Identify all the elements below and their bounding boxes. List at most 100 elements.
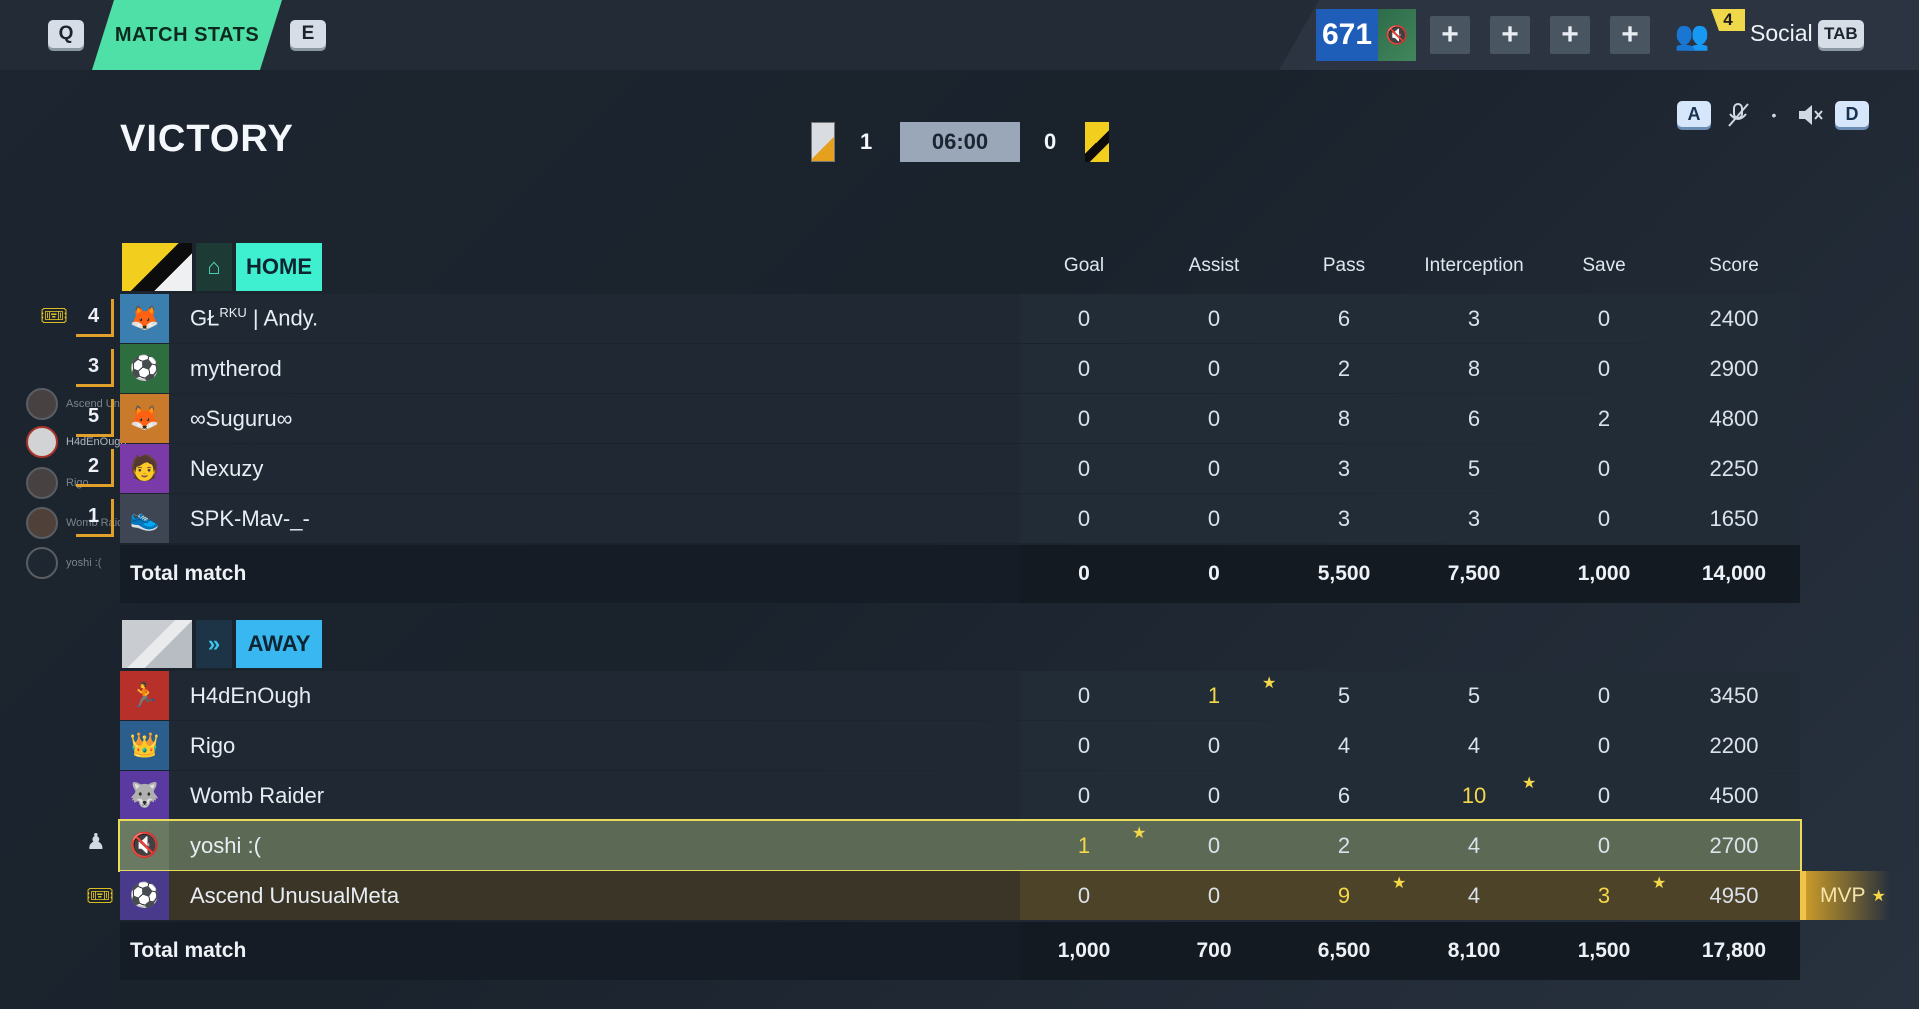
player-rank: 1 xyxy=(76,499,114,537)
ticket-icon: 🎟 xyxy=(86,883,114,908)
party-member[interactable]: yoshi :( xyxy=(26,547,101,579)
avatar xyxy=(26,426,58,458)
stat-pass: 8 xyxy=(1337,405,1351,431)
best-stat-star-icon: ★ xyxy=(1392,875,1407,892)
table-row[interactable]: ⚽ mytherod 0 0 2 8 0 2900 xyxy=(120,344,1800,393)
away-score: 0 xyxy=(1044,129,1057,154)
add-slot-button[interactable]: + xyxy=(1490,16,1530,54)
stat-goal: 0 xyxy=(1077,732,1091,758)
home-team-label: HOME xyxy=(236,243,322,291)
column-header-save: Save xyxy=(1582,255,1626,276)
stat-save: 0 xyxy=(1597,505,1611,531)
total-pass: 6,500 xyxy=(1317,939,1371,962)
stat-interception: 10 xyxy=(1461,782,1487,808)
stat-assist: 0 xyxy=(1207,355,1221,381)
avatar: 🏃 xyxy=(120,671,169,720)
player-name: ∞Suguru∞ xyxy=(190,405,293,431)
avatar: ⚽ xyxy=(120,871,169,920)
total-interception: 7,500 xyxy=(1447,562,1501,585)
column-header-pass: Pass xyxy=(1322,255,1366,276)
stat-goal: 0 xyxy=(1077,455,1091,481)
stat-goal: 0 xyxy=(1077,682,1091,708)
tab-match-stats[interactable]: MATCH STATS xyxy=(92,0,282,70)
best-stat-star-icon: ★ xyxy=(1132,825,1147,842)
best-stat-star-icon: ★ xyxy=(1522,775,1537,792)
stat-interception: 4 xyxy=(1467,832,1481,858)
table-row[interactable]: 👑 Rigo 0 0 4 4 0 2200 xyxy=(120,721,1800,770)
mic-muted-icon[interactable] xyxy=(1720,100,1756,130)
stat-pass: 3 xyxy=(1337,505,1351,531)
stat-save: 0 xyxy=(1597,832,1611,858)
stat-save: 0 xyxy=(1597,305,1611,331)
stat-interception: 4 xyxy=(1467,882,1481,908)
player-name: mytherod xyxy=(190,355,282,381)
table-row[interactable]: 🏃 H4dEnOugh 0 1 ★ 5 5 0 3450 xyxy=(120,671,1800,720)
player-rank: 2 xyxy=(76,449,114,487)
stat-score: 4500 xyxy=(1709,782,1759,808)
total-assist: 700 xyxy=(1196,939,1232,962)
separator-dot: • xyxy=(1771,107,1777,123)
add-slot-button[interactable]: + xyxy=(1430,16,1470,54)
stat-goal: 0 xyxy=(1077,305,1091,331)
stat-pass: 9 xyxy=(1337,882,1351,908)
next-tab-key[interactable]: E xyxy=(290,20,326,48)
avatar xyxy=(26,388,58,420)
table-row[interactable]: 🧑 Nexuzy 0 0 3 5 0 2250 xyxy=(120,444,1800,493)
muted-speaker-icon: 🔇 xyxy=(1378,9,1416,61)
player-name: SPK-Mav-_- xyxy=(190,505,310,531)
stat-pass: 6 xyxy=(1337,782,1351,808)
avatar: 🧑 xyxy=(120,444,169,493)
table-row[interactable]: 🦊 GŁRKU | Andy. 0 0 6 3 0 2400 xyxy=(120,294,1800,343)
stat-save: 2 xyxy=(1597,405,1611,431)
social-key[interactable]: TAB xyxy=(1818,20,1864,48)
stat-score: 3450 xyxy=(1709,682,1759,708)
away-flag-icon xyxy=(1085,122,1109,162)
away-team-header: » AWAY xyxy=(122,620,322,668)
friends-icon[interactable]: 👥 xyxy=(1672,16,1712,54)
table-row[interactable]: 🐺 Womb Raider 0 0 6 10 ★ 0 4500 xyxy=(120,771,1800,820)
prev-tab-key[interactable]: Q xyxy=(48,20,84,48)
home-banner xyxy=(122,243,192,291)
add-slot-button[interactable]: + xyxy=(1610,16,1650,54)
stat-assist: 0 xyxy=(1207,782,1221,808)
stat-pass: 4 xyxy=(1337,732,1351,758)
stat-score: 2700 xyxy=(1709,832,1759,858)
mvp-badge: MVP ★ xyxy=(1800,871,1890,920)
best-stat-star-icon: ★ xyxy=(1652,875,1667,892)
table-row-self[interactable]: 🔇 yoshi :( 1 ★ 0 2 4 0 2700 xyxy=(118,819,1802,872)
add-slot-button[interactable]: + xyxy=(1550,16,1590,54)
stat-goal: 1 xyxy=(1077,832,1091,858)
avatar: 👟 xyxy=(120,494,169,543)
table-row[interactable]: 🦊 ∞Suguru∞ 0 0 8 6 2 4800 xyxy=(120,394,1800,443)
social-label[interactable]: Social xyxy=(1750,20,1813,47)
total-goal: 1,000 xyxy=(1057,939,1111,962)
left-control-key[interactable]: A xyxy=(1677,101,1711,127)
right-control-key[interactable]: D xyxy=(1835,101,1869,127)
total-score: 14,000 xyxy=(1701,562,1767,585)
stat-assist: 0 xyxy=(1207,732,1221,758)
stat-assist: 0 xyxy=(1207,832,1221,858)
stat-assist: 0 xyxy=(1207,505,1221,531)
speaker-muted-icon[interactable] xyxy=(1792,100,1828,130)
away-emblem-icon: » xyxy=(196,620,232,668)
stat-pass: 6 xyxy=(1337,305,1351,331)
home-total-row: Total match 0 0 5,500 7,500 1,000 14,000 xyxy=(120,545,1800,603)
self-indicator-icon: ♟ xyxy=(86,829,106,854)
table-row-mvp[interactable]: ⚽ Ascend UnusualMeta 0 0 9 ★ 4 3 ★ 4950 xyxy=(120,871,1800,920)
stat-interception: 5 xyxy=(1467,682,1481,708)
home-flag-icon xyxy=(811,122,835,162)
match-timer: 06:00 xyxy=(900,122,1020,162)
avatar: 🦊 xyxy=(120,394,169,443)
stat-save: 0 xyxy=(1597,682,1611,708)
stat-goal: 0 xyxy=(1077,505,1091,531)
stat-assist: 0 xyxy=(1207,405,1221,431)
table-row[interactable]: 👟 SPK-Mav-_- 0 0 3 3 0 1650 xyxy=(120,494,1800,543)
total-goal: 0 xyxy=(1078,562,1090,585)
stat-pass: 2 xyxy=(1337,355,1351,381)
stat-pass: 3 xyxy=(1337,455,1351,481)
match-result: VICTORY xyxy=(120,118,294,160)
speaker-muted-icon: 🔇 xyxy=(120,821,169,870)
stat-save: 0 xyxy=(1597,455,1611,481)
stat-goal: 0 xyxy=(1077,355,1091,381)
total-label: Total match xyxy=(130,939,247,962)
